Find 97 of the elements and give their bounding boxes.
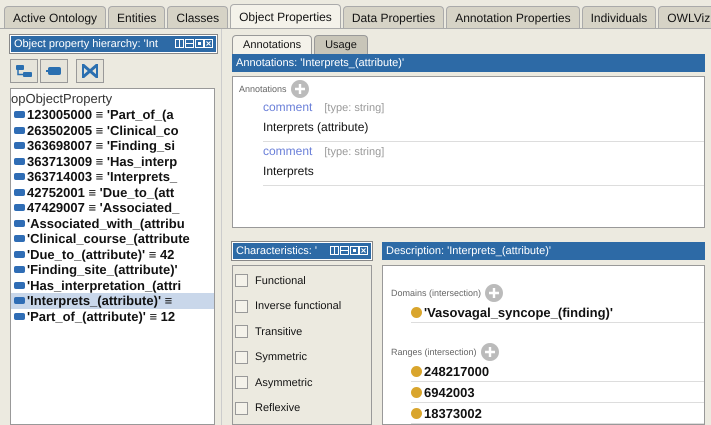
bar-icon xyxy=(45,64,63,78)
property-label: 'Clinical_course_(attribute xyxy=(27,231,190,246)
property-icon xyxy=(14,282,25,289)
property-icon xyxy=(14,111,25,118)
cross-icon xyxy=(81,63,99,79)
property-label: 363714003 ≡ 'Interprets_ xyxy=(27,169,178,184)
tree-item[interactable]: 47429007 ≡ 'Associated_ xyxy=(11,200,214,216)
range-class: 248217000 xyxy=(424,364,490,378)
property-icon xyxy=(14,297,25,304)
annotation-property[interactable]: comment xyxy=(263,144,312,158)
annotation-type: [type: string] xyxy=(324,146,384,158)
checkbox[interactable] xyxy=(235,376,248,390)
add-icon[interactable] xyxy=(290,80,309,98)
property-label: 123005000 ≡ 'Part_of_(a xyxy=(27,107,174,122)
tab[interactable]: Usage xyxy=(314,35,368,54)
window-controls-icon[interactable] xyxy=(330,246,368,256)
add-sibling-button[interactable] xyxy=(40,59,68,83)
tree-item[interactable]: 'Associated_with_(attribu xyxy=(11,216,214,231)
property-label: 'Interprets_(attribute)' ≡ xyxy=(27,293,172,308)
tab[interactable]: OWLViz xyxy=(658,6,711,28)
tree-item[interactable]: 363713009 ≡ 'Has_interp xyxy=(11,154,214,169)
property-label: 'Associated_with_(attribu xyxy=(27,216,185,231)
class-icon xyxy=(411,386,422,398)
property-icon xyxy=(14,173,25,180)
section-label: Ranges (intersection) xyxy=(391,347,477,357)
annotation-type: [type: string] xyxy=(324,102,384,114)
checkbox[interactable] xyxy=(235,402,248,415)
property-label: 47429007 ≡ 'Associated_ xyxy=(27,200,180,216)
checkbox-label: Symmetric xyxy=(255,351,307,364)
class-icon xyxy=(411,366,422,376)
checkbox[interactable] xyxy=(235,350,248,364)
property-label: 363713009 ≡ 'Has_interp xyxy=(27,154,178,169)
class-icon xyxy=(411,408,422,418)
class-icon xyxy=(411,306,422,318)
property-icon xyxy=(14,158,25,165)
tab[interactable]: Object Properties xyxy=(230,4,341,28)
checkbox[interactable] xyxy=(235,274,248,288)
tree-item[interactable]: 'Clinical_course_(attribute xyxy=(11,231,214,246)
checkbox-label: Transitive xyxy=(255,326,302,338)
domain-class: 'Vasovagal_syncope_(finding)' xyxy=(424,304,613,320)
annotation-property[interactable]: comment xyxy=(263,100,312,114)
tab[interactable]: Individuals xyxy=(582,6,656,28)
tree-item[interactable]: 'Has_interpretation_(attri xyxy=(11,278,214,293)
window-controls-icon[interactable] xyxy=(175,39,213,49)
property-label: 363698007 ≡ 'Finding_si xyxy=(27,138,175,154)
annotation-value: Interprets (attribute) xyxy=(263,119,370,136)
tree-item[interactable]: 263502005 ≡ 'Clinical_co xyxy=(11,122,214,138)
property-icon xyxy=(14,188,25,196)
range-class: 6942003 xyxy=(424,384,475,400)
tab[interactable]: Active Ontology xyxy=(4,6,106,28)
property-label: 'Has_interpretation_(attri xyxy=(27,278,182,293)
tree-item[interactable]: 'Part_of_(attribute)' ≡ 12 xyxy=(11,308,214,324)
add-icon[interactable] xyxy=(480,343,499,361)
property-icon xyxy=(14,312,25,320)
branch-icon xyxy=(15,64,33,78)
add-subproperty-button[interactable] xyxy=(10,59,38,83)
checkbox[interactable] xyxy=(235,325,248,338)
tree-item[interactable]: 42752001 ≡ 'Due_to_(att xyxy=(11,184,214,200)
property-icon xyxy=(14,220,25,227)
tab[interactable]: Data Properties xyxy=(342,6,444,28)
property-label: 'Due_to_(attribute)' ≡ 42 xyxy=(27,246,174,262)
property-icon xyxy=(14,142,25,150)
panel-title: Annotations: 'Interprets_(attribute)' xyxy=(236,57,404,69)
tree-item[interactable]: 363714003 ≡ 'Interprets_ xyxy=(11,169,214,184)
checkbox-label: Functional xyxy=(255,274,306,287)
property-icon xyxy=(14,235,25,242)
property-icon xyxy=(14,250,25,258)
tree-item[interactable]: opObjectProperty xyxy=(11,91,214,107)
annotation-value: Interprets xyxy=(263,163,315,180)
property-label: 42752001 ≡ 'Due_to_(att xyxy=(27,184,174,200)
property-label: 'Finding_site_(attribute)' xyxy=(27,262,178,278)
property-icon xyxy=(14,126,25,134)
checkbox-label: Asymmetric xyxy=(255,376,312,389)
tree-item[interactable]: 'Interprets_(attribute)' ≡ xyxy=(11,293,214,308)
tab[interactable]: Annotation Properties xyxy=(446,6,580,28)
delete-button[interactable] xyxy=(76,59,104,83)
checkbox-label: Reflexive xyxy=(255,402,300,414)
panel-title: Object property hierarchy: 'Int xyxy=(14,38,159,50)
tree-item[interactable]: 'Finding_site_(attribute)' xyxy=(11,262,214,278)
panel-title: Description: 'Interprets_(attribute)' xyxy=(386,245,551,257)
tab[interactable]: Annotations xyxy=(232,35,312,54)
range-class: 18373002 xyxy=(424,406,482,420)
checkbox-label: Inverse functional xyxy=(255,300,342,312)
add-icon[interactable] xyxy=(485,284,504,302)
property-label: 263502005 ≡ 'Clinical_co xyxy=(27,122,179,138)
property-icon xyxy=(14,204,25,212)
checkbox[interactable] xyxy=(235,300,248,313)
section-label: Annotations xyxy=(239,84,287,94)
tab[interactable]: Classes xyxy=(167,6,228,28)
tree-item[interactable]: 'Due_to_(attribute)' ≡ 42 xyxy=(11,246,214,262)
tab[interactable]: Entities xyxy=(108,6,166,28)
tree-item[interactable]: 123005000 ≡ 'Part_of_(a xyxy=(11,107,214,122)
tree-item[interactable]: 363698007 ≡ 'Finding_si xyxy=(11,138,214,154)
property-label: 'Part_of_(attribute)' ≡ 12 xyxy=(27,308,176,324)
section-label: Domains (intersection) xyxy=(391,288,482,298)
property-icon xyxy=(14,266,25,274)
panel-title: Characteristics: ' xyxy=(236,245,318,257)
